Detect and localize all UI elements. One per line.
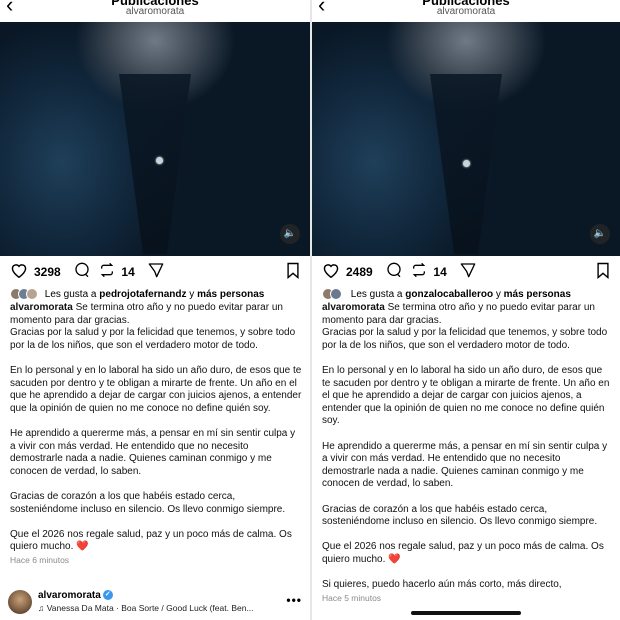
repost-arrows-icon[interactable] [411, 262, 427, 281]
more-options-icon[interactable]: ••• [286, 593, 302, 607]
comment-bubble-icon[interactable] [386, 262, 402, 281]
song-title[interactable]: Vanessa Da Mata · Boa Sorte / Good Luck … [47, 603, 254, 613]
page-subtitle-username[interactable]: alvaromorata [312, 6, 620, 18]
likes-line: Les gusta a pedrojotafernandz y más pers… [10, 288, 302, 301]
heart-outline-icon[interactable] [10, 262, 28, 281]
like-count[interactable]: 3298 [34, 265, 61, 279]
speaker-icon[interactable]: 🔈 [280, 224, 300, 244]
more-people-link[interactable]: más personas [197, 289, 264, 300]
action-bar: 3298 14 [10, 262, 300, 280]
top-bar: ‹ Publicaciones alvaromorata [0, 0, 310, 22]
repost-count[interactable]: 14 [433, 265, 446, 279]
post-caption: alvaromorata Se termina otro año y no pu… [322, 302, 612, 604]
liker-username[interactable]: pedrojotafernandz [99, 289, 186, 300]
avatar[interactable] [8, 590, 32, 614]
likes-line: Les gusta a gonzalocaballeroo y más pers… [322, 288, 612, 301]
red-heart-emoji: ❤️ [76, 541, 89, 553]
music-note-icon: ♫ [38, 603, 45, 613]
post-screenshot-left: ‹ Publicaciones alvaromorata 🔈 3298 14 L… [0, 0, 310, 620]
post-caption: alvaromorata Se termina otro año y no pu… [10, 302, 302, 565]
red-heart-emoji: ❤️ [388, 553, 401, 565]
bookmark-icon[interactable] [596, 262, 610, 282]
repost-arrows-icon[interactable] [99, 262, 115, 281]
bookmark-icon[interactable] [286, 262, 300, 282]
music-row[interactable]: alvaromorata ✓ ♫ Vanessa Da Mata · Boa So… [8, 588, 302, 618]
caption-author[interactable]: alvaromorata [322, 302, 385, 313]
send-paper-plane-icon[interactable] [148, 262, 164, 281]
comment-bubble-icon[interactable] [74, 262, 90, 281]
liker-avatars [322, 288, 342, 301]
post-timestamp: Hace 5 minutos [322, 592, 382, 603]
post-image[interactable]: 🔈 [312, 22, 620, 256]
shirt-collar-shape [119, 74, 191, 254]
more-people-link[interactable]: más personas [504, 289, 571, 300]
repost-count[interactable]: 14 [121, 265, 134, 279]
shirt-button-shape [156, 157, 163, 164]
heart-outline-icon[interactable] [322, 262, 340, 281]
post-screenshot-right: ‹ Publicaciones alvaromorata 🔈 2489 14 L… [312, 0, 620, 620]
action-bar: 2489 14 [322, 262, 610, 280]
music-username[interactable]: alvaromorata [38, 590, 101, 601]
speaker-icon[interactable]: 🔈 [590, 224, 610, 244]
post-timestamp: Hace 6 minutos [10, 554, 70, 565]
send-paper-plane-icon[interactable] [460, 262, 476, 281]
shirt-button-shape [463, 160, 470, 167]
liker-avatars [10, 288, 38, 301]
like-count[interactable]: 2489 [346, 265, 373, 279]
page-subtitle-username[interactable]: alvaromorata [0, 6, 310, 18]
top-bar: ‹ Publicaciones alvaromorata [312, 0, 620, 22]
verified-badge-icon: ✓ [102, 590, 113, 601]
liker-username[interactable]: gonzalocaballeroo [405, 289, 493, 300]
home-indicator[interactable] [411, 611, 521, 615]
caption-author[interactable]: alvaromorata [10, 302, 73, 313]
post-image[interactable]: 🔈 [0, 22, 310, 256]
